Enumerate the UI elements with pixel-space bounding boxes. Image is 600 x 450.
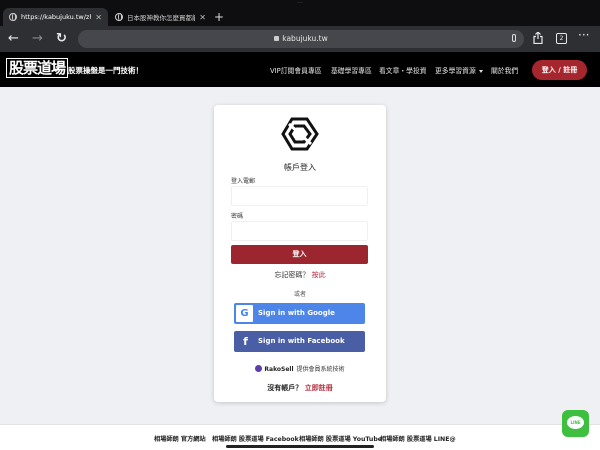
login-submit-button[interactable]: 登入 — [231, 245, 368, 264]
line-chat-button[interactable]: LINE — [562, 410, 589, 437]
login-title: 帳戶登入 — [284, 163, 316, 172]
url-field[interactable]: kabujuku.tw — [78, 30, 524, 48]
home-indicator — [226, 445, 374, 448]
powered-by-name: RakoSell — [264, 366, 294, 373]
back-icon[interactable]: ← — [8, 32, 19, 46]
tab-title: https://kabujuku.tw/zh/m — [21, 13, 91, 21]
forgot-password-link[interactable]: 按此 — [312, 271, 326, 279]
top-indicator: ··· — [297, 0, 303, 7]
password-field[interactable] — [231, 221, 368, 241]
email-field[interactable] — [231, 186, 368, 206]
close-tab-icon[interactable]: ✕ — [95, 13, 102, 22]
nav-item-vip[interactable]: VIP訂閱會員專區 — [270, 65, 322, 75]
nav-item-basics[interactable]: 基礎學習專區 — [331, 65, 372, 75]
new-tab-button[interactable]: + — [214, 11, 224, 23]
microphone-icon[interactable] — [512, 34, 516, 42]
register-link[interactable]: 立即註冊 — [305, 384, 333, 392]
forgot-password: 忘記密碼？ 按此 — [214, 270, 386, 280]
reload-icon[interactable]: ↻ — [56, 32, 67, 46]
google-icon: G — [236, 305, 253, 322]
brand-logo-icon — [281, 117, 319, 151]
no-account: 沒有帳戶？ 立即註冊 — [214, 383, 386, 393]
google-signin-label: Sign in with Google — [258, 309, 335, 317]
footer-link-facebook[interactable]: 相場師朗 股票道場 Facebook — [212, 434, 299, 443]
tab-switcher-button[interactable]: 2 — [556, 33, 567, 44]
email-label: 登入電郵 — [231, 178, 256, 185]
address-bar: ← → ↻ kabujuku.tw 2 ··· — [0, 26, 600, 52]
nav-item-label: 更多學習資源 — [435, 67, 476, 75]
nav-item-more-resources[interactable]: 更多學習資源 — [435, 65, 483, 75]
password-label: 密碼 — [231, 213, 244, 220]
more-icon[interactable]: ··· — [578, 29, 589, 41]
login-card: 帳戶登入 登入電郵 密碼 登入 忘記密碼？ 按此 或者 G Sign in wi… — [214, 105, 386, 402]
rakosell-logo-icon — [255, 365, 263, 372]
google-signin-button[interactable]: G Sign in with Google — [234, 303, 365, 324]
forward-icon[interactable]: → — [32, 32, 43, 46]
nav-item-articles[interactable]: 看文章・學投資 — [379, 65, 427, 75]
powered-by-text: 提供會員系統技術 — [296, 366, 345, 373]
site-slogan: 股票操盤是一門技術！ — [68, 66, 143, 75]
footer-link-youtube[interactable]: 相場師朗 股票道場 YouTube — [299, 434, 382, 443]
browser-tab-bar: ··· https://kabujuku.tw/zh/m ✕ 日本股神教你怎麼買… — [0, 0, 600, 26]
powered-by: RakoSell 提供會員系統技術 — [214, 364, 386, 373]
chevron-down-icon — [478, 69, 483, 73]
or-divider: 或者 — [293, 291, 306, 298]
facebook-signin-button[interactable]: f Sign in with Facebook — [234, 331, 365, 352]
site-logo[interactable]: 股票道場 — [6, 58, 69, 78]
login-register-button[interactable]: 登入 / 註冊 — [532, 60, 587, 80]
nav-item-about[interactable]: 關於我們 — [491, 65, 518, 75]
url-text: kabujuku.tw — [282, 34, 328, 43]
site-header: 股票道場 股票操盤是一門技術！ VIP訂閱會員專區 基礎學習專區 看文章・學投資… — [0, 52, 600, 87]
browser-tab[interactable]: 日本股神教你怎麼買都能賺 ✕ — [109, 8, 212, 26]
facebook-icon: f — [243, 335, 248, 348]
browser-tab-active[interactable]: https://kabujuku.tw/zh/m ✕ — [3, 8, 108, 26]
close-tab-icon[interactable]: ✕ — [199, 13, 206, 22]
footer-link-line[interactable]: 相場師朗 股票道場 LINE@ — [380, 434, 456, 443]
no-account-text: 沒有帳戶？ — [267, 384, 303, 392]
tab-title: 日本股神教你怎麼買都能賺 — [127, 14, 196, 22]
line-icon: LINE — [567, 416, 584, 429]
globe-icon — [9, 13, 17, 21]
facebook-signin-label: Sign in with Facebook — [258, 337, 345, 345]
footer-link-official[interactable]: 相場師朗 官方網站 — [154, 434, 206, 443]
globe-icon — [115, 13, 123, 21]
share-icon[interactable] — [533, 32, 543, 44]
lock-icon — [274, 35, 280, 41]
forgot-password-text: 忘記密碼？ — [274, 271, 310, 279]
